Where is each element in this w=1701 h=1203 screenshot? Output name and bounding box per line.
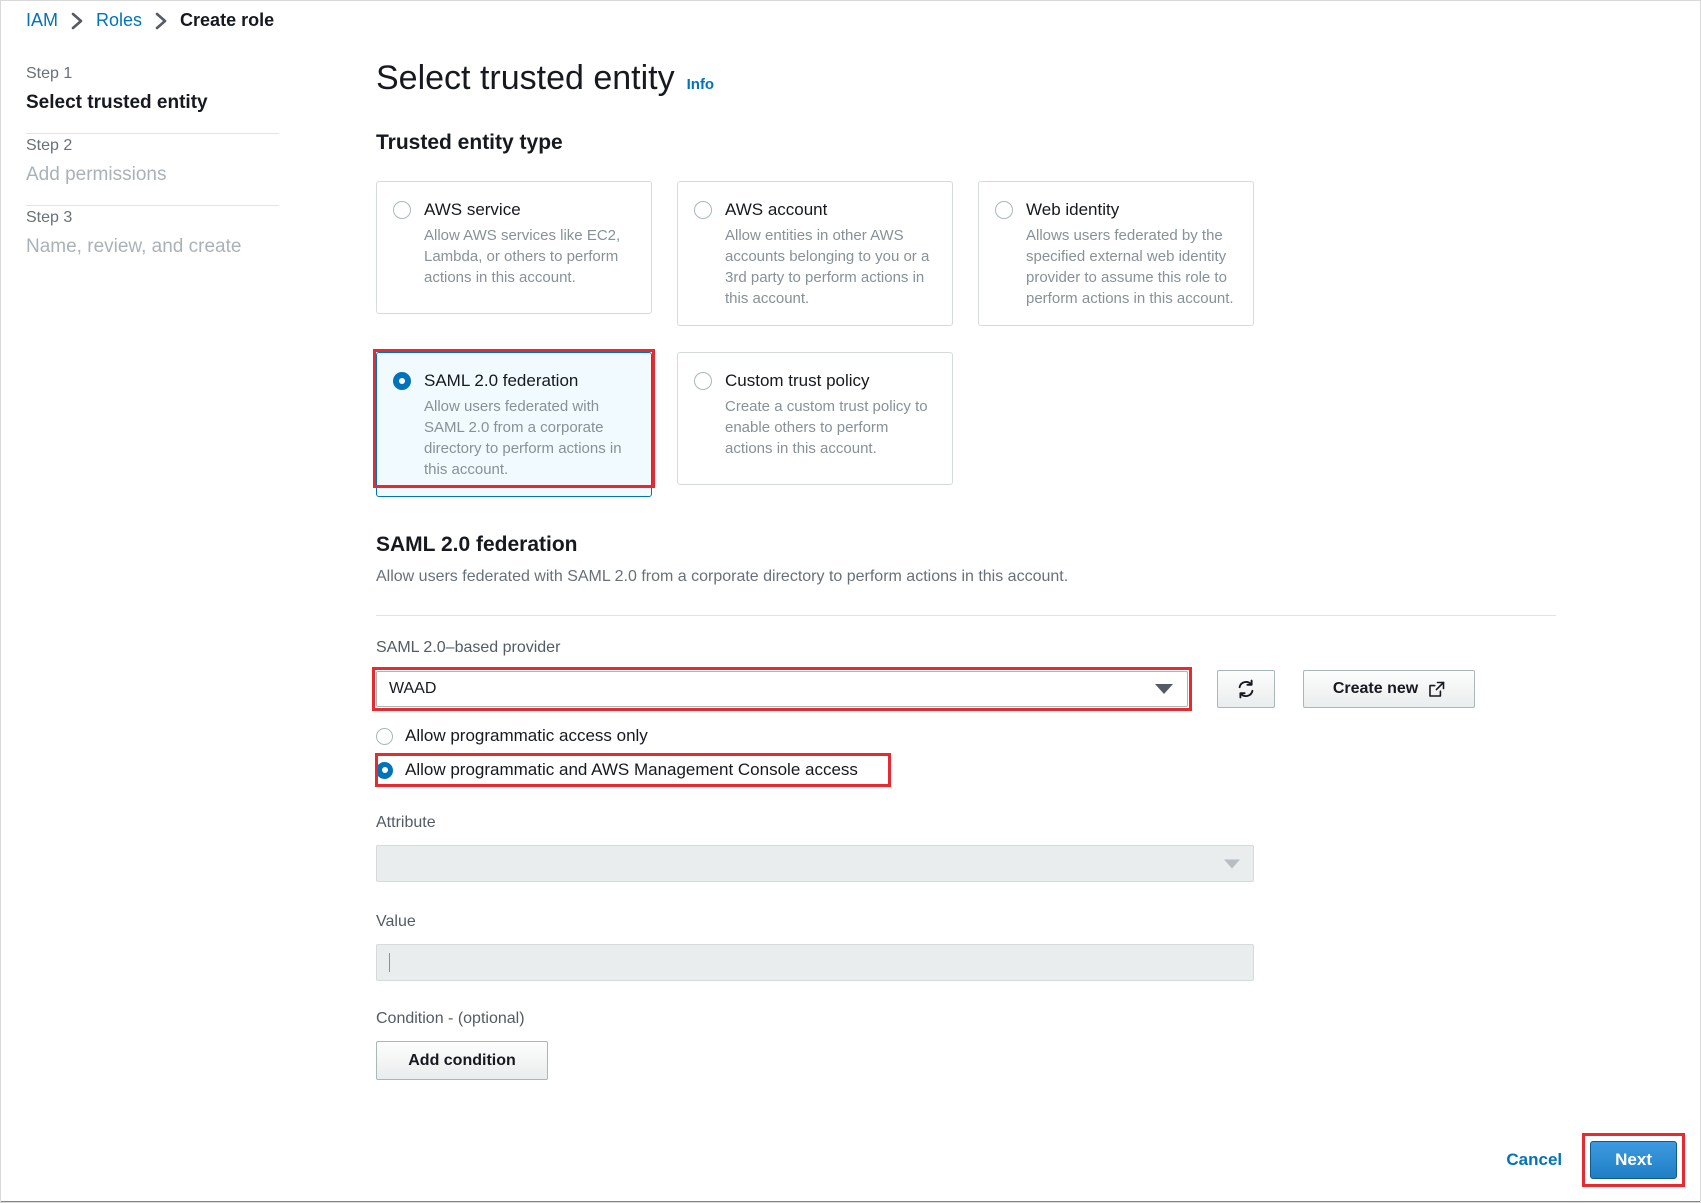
trusted-entity-tiles-row-1: AWS service Allow AWS services like EC2,… [376, 181, 1556, 326]
tile-text-saml-federation: SAML 2.0 federation Allow users federate… [424, 370, 635, 480]
main-content: Select trusted entity Info Trusted entit… [372, 55, 1556, 1080]
tile-desc-saml-federation: Allow users federated with SAML 2.0 from… [424, 398, 622, 478]
tile-wrap-aws-account: AWS account Allow entities in other AWS … [677, 181, 953, 326]
breadcrumb-item-create-role: Create role [180, 10, 275, 30]
provider-select-value: WAAD [389, 680, 437, 697]
tile-saml-federation[interactable]: SAML 2.0 federation Allow users federate… [376, 352, 652, 497]
create-role-page: IAM Roles Create role Step 1 Select trus… [0, 0, 1701, 1203]
condition-field-group: Condition - (optional) Add condition [376, 1008, 1556, 1080]
stepper-item-3[interactable]: Step 3 Name, review, and create [26, 206, 279, 277]
tile-wrap-aws-service: AWS service Allow AWS services like EC2,… [376, 181, 652, 326]
provider-label: SAML 2.0–based provider [376, 639, 561, 656]
attribute-select[interactable] [376, 845, 1254, 882]
refresh-button[interactable] [1217, 670, 1275, 708]
tile-desc-aws-service: Allow AWS services like EC2, Lambda, or … [424, 227, 621, 286]
tile-label-web-identity: Web identity [1026, 200, 1120, 219]
tile-wrap-saml-federation: SAML 2.0 federation Allow users federate… [373, 349, 655, 497]
tile-label-saml-federation: SAML 2.0 federation [424, 371, 579, 390]
wizard-footer: Cancel Next [1500, 1133, 1685, 1187]
access-option-label-2: Allow programmatic and AWS Management Co… [405, 760, 858, 779]
tile-aws-service[interactable]: AWS service Allow AWS services like EC2,… [376, 181, 652, 314]
stepper-item-1[interactable]: Step 1 Select trusted entity [26, 62, 279, 133]
step-number-3: Step 3 [26, 209, 73, 226]
saml-section-description: Allow users federated with SAML 2.0 from… [376, 568, 1069, 585]
provider-select-wrap: WAAD [372, 667, 1192, 711]
page-title: Select trusted entity [376, 59, 675, 97]
provider-field-group: SAML 2.0–based provider WAAD Create new [372, 637, 1556, 711]
next-button[interactable]: Next [1590, 1141, 1677, 1179]
add-condition-button[interactable]: Add condition [376, 1041, 548, 1080]
radio-programmatic-only[interactable] [376, 727, 393, 745]
chevron-down-icon-attribute [1224, 859, 1240, 868]
tile-desc-custom-trust-policy: Create a custom trust policy to enable o… [725, 398, 928, 457]
provider-select[interactable]: WAAD [376, 671, 1188, 707]
step-number-1: Step 1 [26, 65, 73, 82]
tile-wrap-custom-trust-policy: Custom trust policy Create a custom trus… [677, 352, 953, 497]
add-condition-label: Add condition [408, 1051, 516, 1069]
chevron-down-icon [1155, 684, 1173, 694]
saml-section-heading: SAML 2.0 federation [376, 533, 578, 556]
step-name-1: Select trusted entity [26, 92, 208, 113]
value-field-group: Value [376, 911, 1556, 981]
tile-text-custom-trust-policy: Custom trust policy Create a custom trus… [725, 370, 936, 459]
attribute-label: Attribute [376, 814, 436, 831]
stepper-item-2[interactable]: Step 2 Add permissions [26, 134, 279, 205]
attribute-field-group: Attribute [376, 812, 1556, 882]
text-cursor-icon [389, 953, 390, 972]
section-divider [376, 615, 1556, 616]
step-name-3: Name, review, and create [26, 236, 242, 257]
trusted-entity-type-heading: Trusted entity type [376, 131, 563, 154]
refresh-icon [1236, 679, 1256, 699]
radio-web-identity[interactable] [995, 201, 1013, 219]
page-title-row: Select trusted entity Info [376, 55, 1556, 101]
provider-select-row: WAAD Create new [372, 667, 1556, 711]
step-number-2: Step 2 [26, 137, 73, 154]
value-label: Value [376, 913, 416, 930]
chevron-right-icon-2 [142, 12, 180, 30]
wizard-stepper: Step 1 Select trusted entity Step 2 Add … [26, 62, 279, 277]
access-option-programmatic-only[interactable]: Allow programmatic access only [376, 719, 1556, 753]
trusted-entity-tiles-row-2: SAML 2.0 federation Allow users federate… [373, 349, 1556, 497]
tile-text-web-identity: Web identity Allows users federated by t… [1026, 199, 1237, 309]
radio-programmatic-and-console[interactable] [376, 761, 393, 779]
cancel-button[interactable]: Cancel [1500, 1149, 1568, 1171]
condition-label: Condition - (optional) [376, 1010, 525, 1027]
external-link-icon [1428, 681, 1445, 698]
tile-text-aws-service: AWS service Allow AWS services like EC2,… [424, 199, 635, 288]
tile-custom-trust-policy[interactable]: Custom trust policy Create a custom trus… [677, 352, 953, 485]
radio-custom-trust-policy[interactable] [694, 372, 712, 390]
tile-text-aws-account: AWS account Allow entities in other AWS … [725, 199, 936, 309]
tile-desc-aws-account: Allow entities in other AWS accounts bel… [725, 227, 930, 307]
tile-label-aws-service: AWS service [424, 200, 521, 219]
breadcrumb-item-iam[interactable]: IAM [26, 10, 58, 31]
tile-label-aws-account: AWS account [725, 200, 828, 219]
create-new-label: Create new [1332, 680, 1419, 697]
next-button-wrap: Next [1582, 1133, 1685, 1187]
breadcrumb: IAM Roles Create role [26, 10, 274, 31]
step-name-2: Add permissions [26, 164, 167, 185]
create-new-button[interactable]: Create new [1303, 670, 1475, 708]
tile-desc-web-identity: Allows users federated by the specified … [1026, 227, 1234, 307]
value-input[interactable] [376, 944, 1254, 981]
radio-aws-service[interactable] [393, 201, 411, 219]
attribute-select-wrap [376, 845, 1254, 882]
tile-label-custom-trust-policy: Custom trust policy [725, 371, 870, 390]
access-options-group: Allow programmatic access only Allow pro… [375, 719, 1556, 787]
access-option-programmatic-and-console[interactable]: Allow programmatic and AWS Management Co… [376, 753, 1556, 787]
radio-aws-account[interactable] [694, 201, 712, 219]
tile-wrap-web-identity: Web identity Allows users federated by t… [978, 181, 1254, 326]
tile-aws-account[interactable]: AWS account Allow entities in other AWS … [677, 181, 953, 326]
breadcrumb-item-roles[interactable]: Roles [96, 10, 142, 31]
chevron-right-icon [58, 12, 96, 30]
access-option-label-1: Allow programmatic access only [405, 726, 648, 745]
info-link[interactable]: Info [687, 76, 715, 93]
tile-web-identity[interactable]: Web identity Allows users federated by t… [978, 181, 1254, 326]
radio-saml-federation[interactable] [393, 372, 411, 390]
